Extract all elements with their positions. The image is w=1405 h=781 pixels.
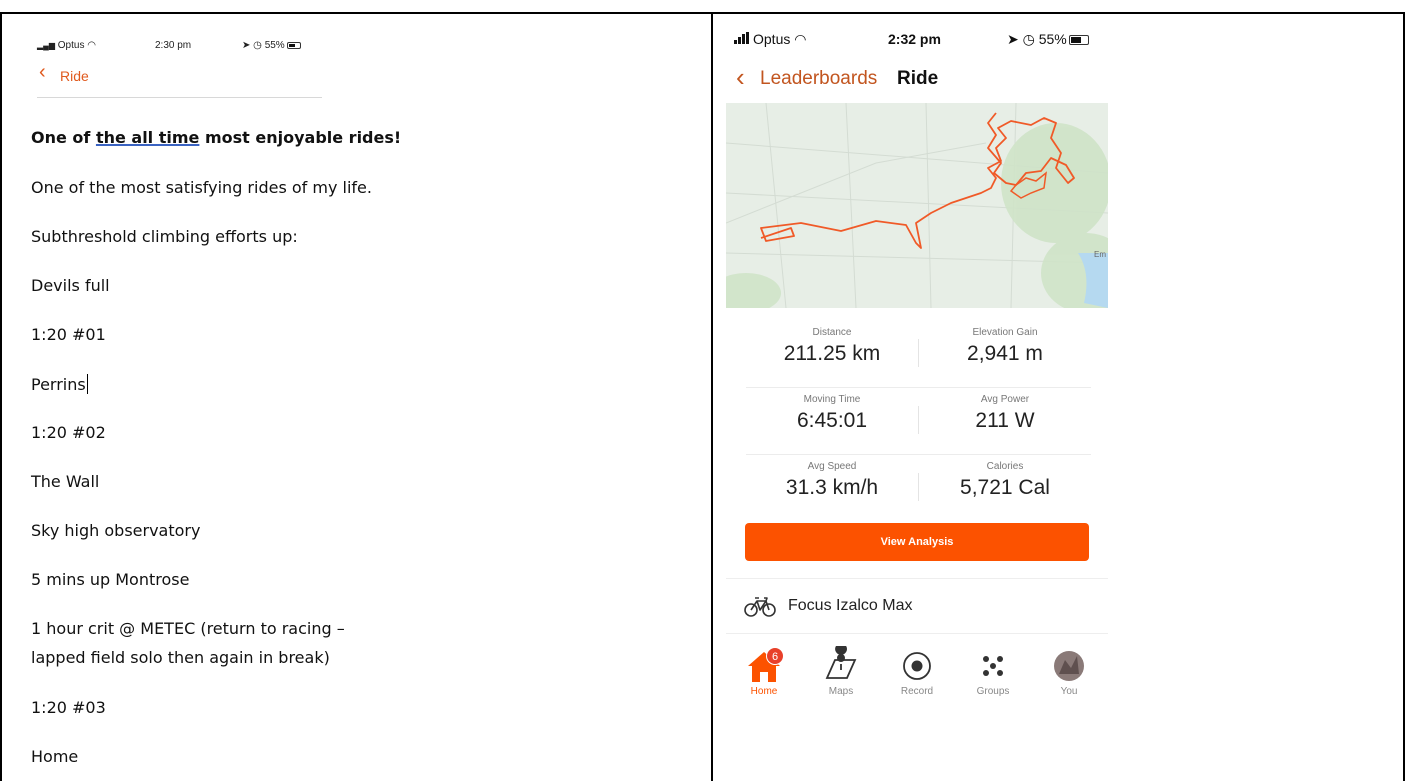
paragraph: Sky high observatory bbox=[31, 521, 201, 540]
paragraph: 1:20 #02 bbox=[31, 423, 106, 442]
paragraph-with-cursor: Perrins bbox=[31, 374, 88, 394]
map-edge-label: Em bbox=[1094, 250, 1106, 259]
paragraph: 5 mins up Montrose bbox=[31, 570, 190, 589]
alarm-icon: ◷ bbox=[1022, 31, 1035, 47]
phone-screen: Optus ◠ 2:32 pm ➤ ◷ 55% ‹ Leaderboards R… bbox=[726, 25, 1108, 715]
stat-value: 211 W bbox=[975, 409, 1035, 432]
stat-label: Avg Power bbox=[980, 394, 1030, 405]
text-cursor bbox=[86, 374, 88, 394]
back-button[interactable]: Leaderboards bbox=[760, 68, 877, 90]
page-title: Ride bbox=[897, 68, 939, 89]
paragraph: 1:20 #03 bbox=[31, 698, 106, 717]
battery-icon bbox=[286, 41, 301, 49]
stat-label: Distance bbox=[812, 327, 852, 338]
record-icon bbox=[903, 652, 931, 680]
location-icon: ➤ bbox=[242, 40, 251, 51]
carrier-label: Optus bbox=[753, 31, 791, 47]
view-analysis-button[interactable]: View Analysis bbox=[745, 523, 1089, 561]
stat-moving-time: Moving Time 6:45:01 bbox=[746, 394, 918, 433]
tab-home[interactable]: 6 Home bbox=[729, 642, 799, 697]
tab-record[interactable]: Record bbox=[882, 642, 952, 697]
stat-distance: Distance 211.25 km bbox=[746, 327, 918, 366]
table-divider bbox=[711, 12, 713, 781]
paragraph: One of the most satisfying rides of my l… bbox=[31, 178, 372, 197]
stat-elevation-gain: Elevation Gain 2,941 m bbox=[919, 327, 1091, 366]
stats-row: Distance 211.25 km Elevation Gain 2,941 … bbox=[746, 321, 1091, 388]
mini-status-bar: ▂▄▆ Optus ◠ 2:30 pm ➤ ◷ 55% bbox=[37, 40, 322, 54]
stat-value: 6:45:01 bbox=[796, 409, 868, 432]
wifi-icon: ◠ bbox=[794, 31, 807, 47]
tab-groups[interactable]: Groups bbox=[958, 642, 1028, 697]
bike-icon bbox=[744, 595, 776, 622]
tab-label: Record bbox=[900, 686, 934, 697]
stat-label: Calories bbox=[986, 461, 1024, 472]
paragraph: The Wall bbox=[31, 472, 100, 491]
status-bar: Optus ◠ 2:32 pm ➤ ◷ 55% bbox=[726, 31, 1108, 51]
tab-maps[interactable]: Maps bbox=[806, 642, 876, 697]
stats-row: Avg Speed 31.3 km/h Calories 5,721 Cal bbox=[746, 455, 1091, 522]
tab-you[interactable]: You bbox=[1034, 642, 1104, 697]
gear-row[interactable]: Focus Izalco Max bbox=[726, 578, 1108, 634]
battery-icon bbox=[1068, 35, 1089, 46]
stat-calories: Calories 5,721 Cal bbox=[919, 461, 1091, 500]
tab-label: Home bbox=[750, 686, 778, 697]
gear-name: Focus Izalco Max bbox=[788, 597, 913, 614]
stat-value: 5,721 Cal bbox=[960, 476, 1050, 499]
stat-label: Moving Time bbox=[803, 394, 861, 405]
stat-value: 2,941 m bbox=[967, 342, 1043, 365]
underlined-phrase: the all time bbox=[95, 128, 200, 147]
avatar-icon bbox=[1054, 651, 1084, 681]
paragraph: lapped field solo then again in break) bbox=[31, 648, 330, 667]
tab-bar: 6 Home Maps Record Groups You bbox=[726, 642, 1108, 708]
route-map[interactable]: Em bbox=[726, 103, 1108, 308]
stat-value: 211.25 km bbox=[783, 342, 881, 365]
groups-icon bbox=[983, 656, 1003, 676]
stat-label: Avg Speed bbox=[807, 461, 857, 472]
status-time: 2:30 pm bbox=[155, 40, 192, 51]
wifi-icon: ◠ bbox=[87, 40, 96, 51]
notification-badge: 6 bbox=[766, 647, 784, 665]
tab-label: You bbox=[1060, 686, 1078, 697]
stat-label: Elevation Gain bbox=[972, 327, 1038, 338]
back-button[interactable]: Ride bbox=[60, 68, 89, 84]
stat-value: 31.3 km/h bbox=[785, 476, 879, 499]
status-time: 2:32 pm bbox=[888, 31, 941, 47]
document-title: One of the all time most enjoyable rides… bbox=[31, 128, 402, 147]
paragraph: 1:20 #01 bbox=[31, 325, 106, 344]
signal-icon bbox=[734, 31, 750, 47]
carrier-label: Optus bbox=[57, 40, 85, 51]
stats-row: Moving Time 6:45:01 Avg Power 211 W bbox=[746, 388, 1091, 455]
tab-label: Maps bbox=[828, 686, 854, 697]
tab-label: Groups bbox=[976, 686, 1010, 697]
paragraph: Subthreshold climbing efforts up: bbox=[31, 227, 298, 246]
left-cell: ▂▄▆ Optus ◠ 2:30 pm ➤ ◷ 55% ‹ Ride One o… bbox=[0, 0, 711, 781]
alarm-icon: ◷ bbox=[253, 40, 262, 51]
signal-icon: ▂▄▆ bbox=[37, 41, 55, 50]
battery-percent: 55% bbox=[264, 40, 285, 51]
stat-avg-power: Avg Power 211 W bbox=[919, 394, 1091, 433]
stat-avg-speed: Avg Speed 31.3 km/h bbox=[746, 461, 918, 500]
mini-nav-bar: ‹ Ride bbox=[37, 62, 322, 98]
paragraph: Devils full bbox=[31, 276, 110, 295]
battery-percent: 55% bbox=[1038, 31, 1067, 47]
paragraph: 1 hour crit @ METEC (return to racing – bbox=[31, 619, 345, 638]
chevron-left-icon[interactable]: ‹ bbox=[736, 64, 745, 90]
paragraph: Home bbox=[31, 747, 79, 766]
map-graphic: Em bbox=[726, 103, 1108, 308]
map-icon bbox=[825, 643, 857, 679]
nav-bar: ‹ Leaderboards Ride bbox=[726, 64, 1108, 95]
stats-grid: Distance 211.25 km Elevation Gain 2,941 … bbox=[746, 321, 1091, 522]
location-icon: ➤ bbox=[1007, 31, 1019, 47]
chevron-left-icon[interactable]: ‹ bbox=[39, 62, 46, 82]
